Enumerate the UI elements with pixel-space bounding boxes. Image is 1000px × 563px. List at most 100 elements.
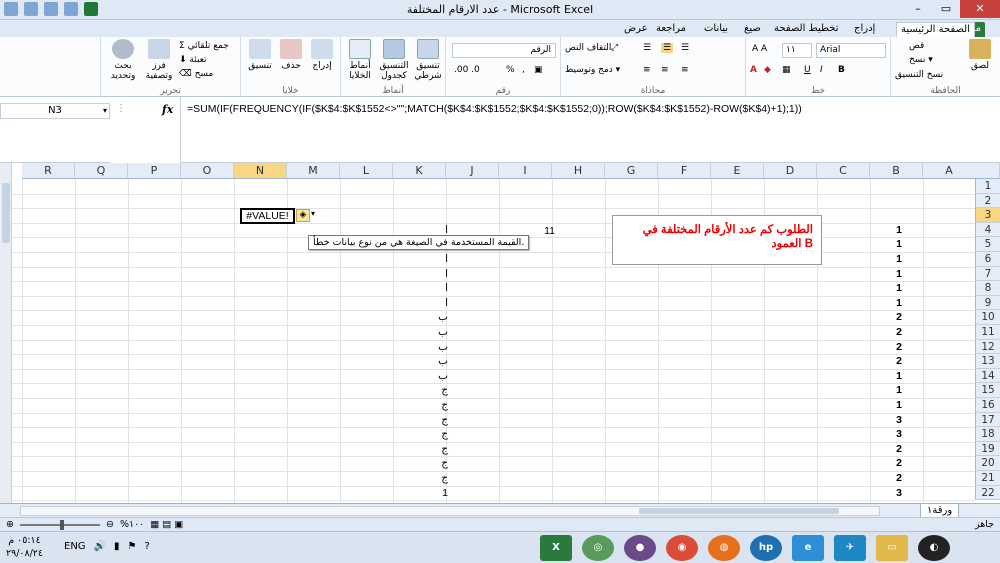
cell-b16[interactable]: 1 xyxy=(874,398,924,412)
row-header-16[interactable]: 16 xyxy=(975,398,1000,413)
language-indicator[interactable]: ENG xyxy=(64,541,86,552)
number-format-select[interactable]: الرقم xyxy=(452,43,556,58)
column-header-d[interactable]: D xyxy=(764,163,817,179)
globe-app-icon[interactable]: ◎ xyxy=(582,535,614,561)
column-header-i[interactable]: I xyxy=(499,163,552,179)
italic-icon[interactable]: I xyxy=(820,65,823,75)
cell-b13[interactable]: 2 xyxy=(874,354,924,368)
select-all-corner[interactable] xyxy=(975,163,1000,179)
align-middle-icon[interactable]: ☰ xyxy=(661,43,674,53)
cell-k10[interactable]: ب xyxy=(400,310,450,324)
network-icon[interactable]: ▮ xyxy=(114,541,120,552)
cell-b11[interactable]: 2 xyxy=(874,325,924,339)
column-header-j[interactable]: J xyxy=(446,163,499,179)
column-header-h[interactable]: H xyxy=(552,163,605,179)
internet-explorer-icon[interactable]: e xyxy=(792,535,824,561)
zoom-level[interactable]: %١٠٠ xyxy=(120,519,144,530)
delete-cells-button[interactable]: حذف xyxy=(276,39,306,71)
conditional-format-button[interactable]: تنسيق شرطي xyxy=(413,39,443,81)
note-textbox[interactable]: الطلوب كم عدد الأرقام المختلفة في العمود… xyxy=(612,215,822,265)
row-header-2[interactable]: 2 xyxy=(975,193,1000,209)
cell-k8[interactable]: ا xyxy=(400,281,450,295)
tab-insert[interactable]: إدراج xyxy=(850,22,879,37)
cell-b7[interactable]: 1 xyxy=(874,267,924,281)
column-header-p[interactable]: P xyxy=(128,163,181,179)
decimal-icons[interactable]: .00 .0 xyxy=(454,65,480,75)
column-header-l[interactable]: L xyxy=(340,163,393,179)
cell-n3-selected[interactable]: #VALUE! xyxy=(240,208,295,224)
horizontal-scrollbar[interactable] xyxy=(20,506,880,516)
cell-k15[interactable]: ج xyxy=(400,383,450,397)
cell-k18[interactable]: ج xyxy=(400,427,450,441)
bold-icon[interactable]: B xyxy=(838,65,845,75)
cell-b4[interactable]: 1 xyxy=(874,223,924,237)
column-header-f[interactable]: F xyxy=(658,163,711,179)
cell-b14[interactable]: 1 xyxy=(874,369,924,383)
name-box[interactable]: N3 xyxy=(0,103,110,119)
autosum-button[interactable]: Σ جمع تلقائي xyxy=(179,41,229,51)
row-header-4[interactable]: 4 xyxy=(975,222,1000,238)
column-header-n[interactable]: N xyxy=(234,163,287,179)
format-cells-button[interactable]: تنسيق xyxy=(245,39,275,71)
column-header-a[interactable]: A xyxy=(923,163,976,179)
cell-k12[interactable]: ب xyxy=(400,340,450,354)
font-size-select[interactable]: ١١ xyxy=(782,43,812,58)
row-header-6[interactable]: 6 xyxy=(975,252,1000,267)
cell-k13[interactable]: ب xyxy=(400,354,450,368)
row-header-21[interactable]: 21 xyxy=(975,471,1000,486)
row-header-19[interactable]: 19 xyxy=(975,441,1000,457)
row-header-11[interactable]: 11 xyxy=(975,325,1000,340)
currency-icon[interactable]: ▣ xyxy=(534,65,543,75)
column-header-b[interactable]: B xyxy=(870,163,923,179)
underline-icon[interactable]: U xyxy=(804,65,811,75)
fill-color-icon[interactable]: ◆ xyxy=(764,65,771,75)
column-header-q[interactable]: Q xyxy=(75,163,128,179)
column-header-g[interactable]: G xyxy=(605,163,658,179)
column-header-m[interactable]: M xyxy=(287,163,340,179)
chrome-icon[interactable]: ◉ xyxy=(666,535,698,561)
tab-data[interactable]: بيانات xyxy=(700,22,732,37)
orientation-icon[interactable]: ⤢ xyxy=(611,43,618,53)
cell-b5[interactable]: 1 xyxy=(874,237,924,251)
row-header-20[interactable]: 20 xyxy=(975,456,1000,471)
hp-icon[interactable]: hp xyxy=(750,535,782,561)
column-header-c[interactable]: C xyxy=(817,163,870,179)
vertical-scrollbar[interactable] xyxy=(0,163,12,503)
cell-k16[interactable]: ج xyxy=(400,398,450,412)
row-header-14[interactable]: 14 xyxy=(975,368,1000,384)
close-button[interactable]: ✕ xyxy=(960,0,1000,18)
format-as-table-button[interactable]: التنسيق كجدول xyxy=(379,39,409,81)
formula-input[interactable]: =SUM(IF(FREQUENCY(IF($K$4:$K$1552<>"";MA… xyxy=(180,97,986,163)
tab-formulas[interactable]: صيغ xyxy=(740,22,765,37)
cell-k17[interactable]: ج xyxy=(400,413,450,427)
cell-b21[interactable]: 2 xyxy=(874,471,924,485)
row-header-17[interactable]: 17 xyxy=(975,412,1000,428)
cell-b9[interactable]: 1 xyxy=(874,296,924,310)
tab-page-layout[interactable]: تخطيط الصفحة xyxy=(770,22,843,37)
font-grow-shrink-icon[interactable]: A A xyxy=(752,44,767,54)
cell-k11[interactable]: ب xyxy=(400,325,450,339)
maximize-button[interactable]: ▭ xyxy=(932,0,960,18)
row-header-13[interactable]: 13 xyxy=(975,354,1000,369)
column-header-e[interactable]: E xyxy=(711,163,764,179)
align-top-icon[interactable]: ☰ xyxy=(681,43,689,53)
worksheet-grid[interactable]: ABCDEFGHIJKLMNOPQR 1 2 3 4 5 6 7 8 9 10 11 12 13 14 15… xyxy=(0,163,1000,503)
error-indicator-icon[interactable]: ◈ xyxy=(296,209,310,222)
cell-k20[interactable]: ج xyxy=(400,456,450,470)
comma-icon[interactable]: , xyxy=(522,65,525,75)
column-header-k[interactable]: K xyxy=(393,163,446,179)
merge-center-button[interactable]: دمج وتوسيط ▾ xyxy=(565,65,620,75)
format-painter-button[interactable]: نسخ التنسيق xyxy=(895,70,943,80)
cell-b17[interactable]: 3 xyxy=(874,413,924,427)
flag-icon[interactable]: ⚑ xyxy=(128,541,137,552)
cell-b6[interactable]: 1 xyxy=(874,252,924,266)
cell-b20[interactable]: 2 xyxy=(874,456,924,470)
insert-cells-button[interactable]: إدراج xyxy=(307,39,337,71)
cell-k6[interactable]: ا xyxy=(400,252,450,266)
align-right-icon[interactable]: ≡ xyxy=(681,65,689,75)
cell-k14[interactable]: ب xyxy=(400,369,450,383)
align-left-icon[interactable]: ≡ xyxy=(643,65,651,75)
volume-icon[interactable]: 🔊 xyxy=(94,541,106,552)
media-player-icon[interactable]: ● xyxy=(624,535,656,561)
minimize-button[interactable]: – xyxy=(904,0,932,18)
